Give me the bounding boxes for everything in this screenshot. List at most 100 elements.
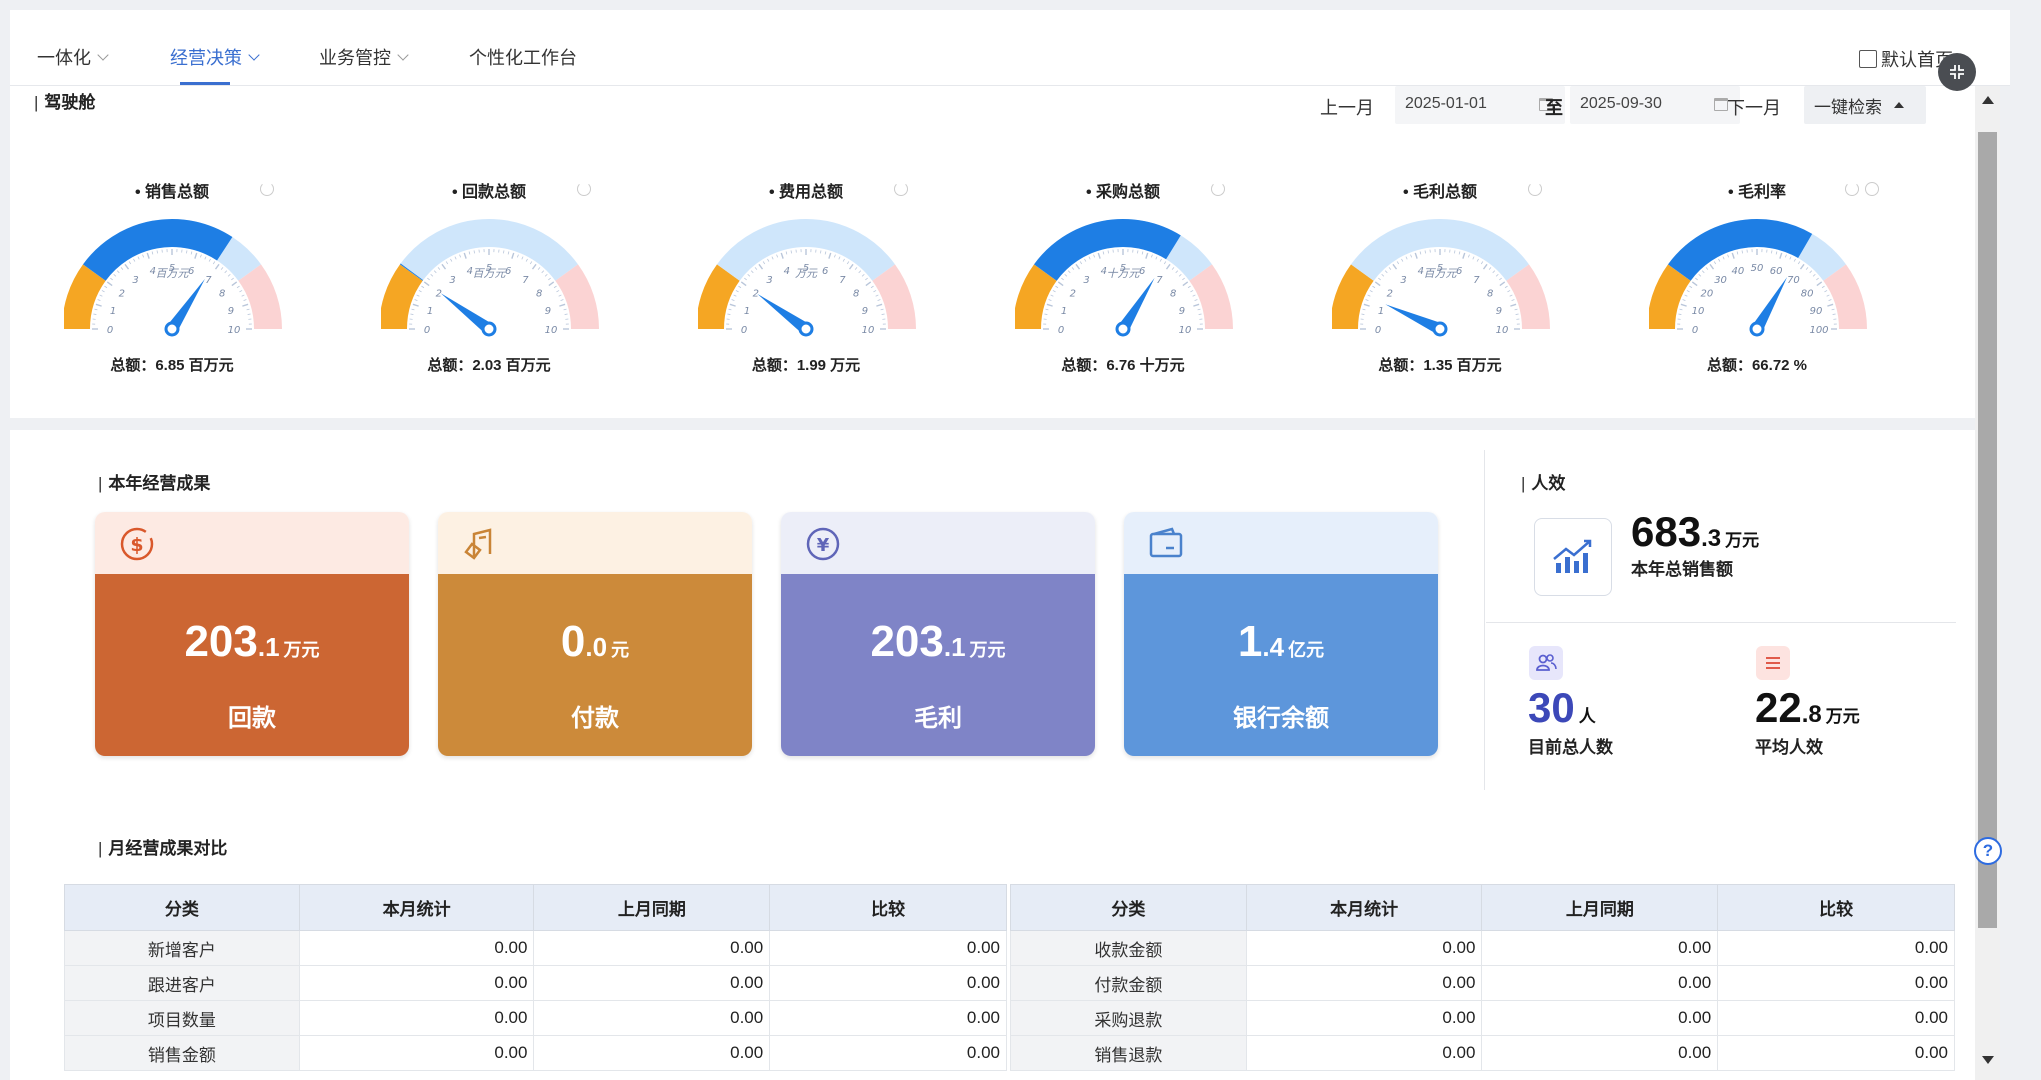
row-category: 付款金额 xyxy=(1010,965,1247,1001)
gauge-tick xyxy=(733,294,737,297)
gauge-tick-label: 7 xyxy=(205,275,212,286)
cell-value: 0.00 xyxy=(769,1035,1007,1071)
gauge-tick xyxy=(450,258,453,262)
per-capita-dec: .8 xyxy=(1801,701,1822,728)
collapse-fullscreen-button[interactable] xyxy=(1938,53,1976,91)
gauge-tick xyxy=(427,277,430,281)
tab-integration[interactable]: 一体化 xyxy=(37,44,109,70)
refresh-icon[interactable] xyxy=(1845,182,1859,196)
gauge-tick-label: 8 xyxy=(1487,289,1493,300)
row-category: 跟进客户 xyxy=(64,965,300,1001)
checkbox-icon[interactable] xyxy=(1859,50,1877,68)
question-mark-icon: ? xyxy=(1982,841,1994,860)
settings-icon[interactable] xyxy=(1865,182,1879,196)
refresh-icon[interactable] xyxy=(894,182,908,196)
gauge-tick xyxy=(190,251,193,255)
tab-business-decision[interactable]: 经营决策 xyxy=(170,44,260,70)
cell-value: 0.00 xyxy=(769,965,1007,1001)
gauge-tick xyxy=(212,261,216,265)
gauge-tick xyxy=(110,277,113,281)
gauge-tick xyxy=(820,250,822,254)
results-panel: 本年经营成果 $ 203.1万元 回款 0.0元 付款 xyxy=(10,430,1975,1080)
gauge-tick xyxy=(838,256,841,260)
end-date-value: 2025-09-30 xyxy=(1580,95,1662,112)
start-date-input[interactable]: 2025-01-01 xyxy=(1395,86,1565,124)
refresh-icon[interactable] xyxy=(260,182,274,196)
per-capita-value: 22.8 万元 xyxy=(1755,684,1860,732)
gauge-tick xyxy=(433,270,437,274)
end-date-input[interactable]: 2025-09-30 xyxy=(1570,86,1740,124)
gauge-tick-label: 60 xyxy=(1770,266,1783,277)
gauge-band xyxy=(1823,264,1867,330)
refresh-icon[interactable] xyxy=(1211,182,1225,196)
gauge-tick xyxy=(776,254,779,258)
gauge-tick xyxy=(104,285,108,289)
gauge-unit-label: 百万元 xyxy=(156,267,190,280)
gauge-tick xyxy=(1510,303,1517,307)
gauge-tick xyxy=(124,263,130,270)
gauge-tick-label: 2 xyxy=(436,289,442,300)
gauge-tick xyxy=(833,254,836,258)
headcount-value: 30 人 xyxy=(1528,684,1596,732)
gauge-tick xyxy=(1816,277,1819,281)
start-date-value: 2025-01-01 xyxy=(1405,95,1487,112)
refresh-icon[interactable] xyxy=(577,182,591,196)
column-header: 本月统计 xyxy=(1245,884,1483,931)
gauge-tick xyxy=(1832,313,1836,315)
scroll-down-arrow-icon[interactable] xyxy=(1982,1056,1994,1064)
row-category: 新增客户 xyxy=(64,930,300,966)
gauge-tick xyxy=(1741,250,1743,254)
gauge-tick xyxy=(1194,299,1198,302)
gauge-tick xyxy=(1698,273,1702,277)
gauge-tick xyxy=(865,277,868,281)
gauge-band xyxy=(64,264,106,330)
kpi-card-bank-balance[interactable]: 1.4 亿元 银行余额 xyxy=(1124,512,1438,756)
list-icon-box xyxy=(1756,646,1790,680)
kpi-card-gross-profit[interactable]: ¥ 203.1 万元 毛利 xyxy=(781,512,1095,756)
gauge-tick xyxy=(1482,263,1488,270)
gauge-tick-label: 0 xyxy=(424,325,430,336)
gauge-tick xyxy=(1046,303,1053,307)
tab-personal-workbench[interactable]: 个性化工作台 xyxy=(469,44,577,70)
table-header-row: 分类 本月统计 上月同期 比较 xyxy=(1010,884,1955,931)
gauge-tick xyxy=(558,294,562,297)
gauge-tick xyxy=(1088,256,1091,260)
gauge-tick xyxy=(1137,250,1139,254)
kpi-label: 毛利 xyxy=(914,705,962,732)
gauge-tick xyxy=(511,252,515,259)
gauge-tick xyxy=(1178,273,1182,277)
tab-business-control[interactable]: 业务管控 xyxy=(319,44,409,70)
gauge-total: 总额：66.72 % xyxy=(1706,357,1808,374)
svg-text:$: $ xyxy=(130,534,143,556)
gauge-tick xyxy=(1048,299,1052,302)
kpi-card-payment[interactable]: 0.0 元 付款 xyxy=(438,512,752,756)
next-month-button[interactable]: 下一月 xyxy=(1727,94,1781,120)
gauge-tick-label: 6 xyxy=(822,266,828,277)
help-button[interactable]: ? xyxy=(1974,837,2002,865)
gauge-unit-label: 万元 xyxy=(795,267,818,280)
row-category: 项目数量 xyxy=(64,1000,300,1036)
vertical-scrollbar[interactable] xyxy=(1975,86,2000,1080)
gauge-tick xyxy=(224,270,228,274)
gauge-tick-label: 3 xyxy=(132,275,138,286)
column-header: 上月同期 xyxy=(1481,884,1719,931)
gauge-tick xyxy=(1369,290,1373,293)
scroll-up-arrow-icon[interactable] xyxy=(1982,96,1994,104)
gauge-tick xyxy=(1705,267,1709,270)
gauge-tick xyxy=(1701,270,1705,274)
cockpit-panel: 驾驶舱 上一月 2025-01-01 至 2025-09-30 下一月 一键检索… xyxy=(10,86,1975,418)
gauge-tick-label: 9 xyxy=(1179,306,1185,317)
scrollbar-thumb[interactable] xyxy=(1978,132,1997,928)
gauge-title: 毛利率 xyxy=(1649,178,1865,202)
kpi-card-collection[interactable]: $ 203.1 万元 回款 xyxy=(95,512,409,756)
gauge-tick xyxy=(1827,303,1834,307)
prev-month-button[interactable]: 上一月 xyxy=(1320,94,1374,120)
gauge-tick xyxy=(541,270,545,274)
gauge-tick xyxy=(728,308,732,311)
gauge-tick xyxy=(560,299,564,302)
gauge-tick xyxy=(727,313,731,315)
gauge-tick xyxy=(507,251,510,255)
one-click-search-button[interactable]: 一键检索 xyxy=(1804,86,1926,124)
gauge-hub xyxy=(1749,321,1765,337)
refresh-icon[interactable] xyxy=(1528,182,1542,196)
